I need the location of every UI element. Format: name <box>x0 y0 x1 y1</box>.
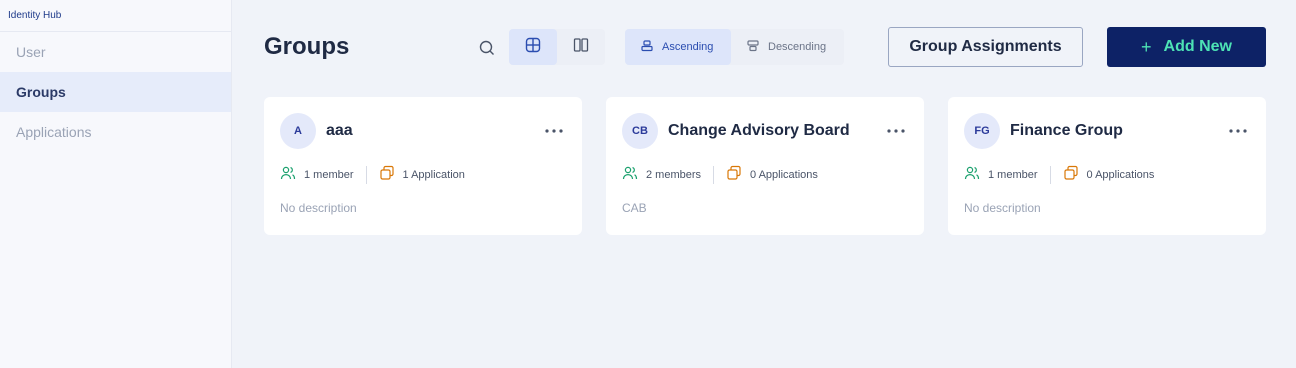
stats-divider <box>365 165 367 184</box>
group-description: CAB <box>622 201 647 215</box>
application-count: 1 Application <box>402 168 465 181</box>
users-icon <box>964 165 980 184</box>
page-title: Groups <box>264 33 350 60</box>
sort-descending-icon <box>747 39 759 55</box>
sort-ascending-label: Ascending <box>662 41 714 53</box>
group-avatar: A <box>280 113 316 149</box>
sidebar-item-groups[interactable]: Groups <box>0 72 231 112</box>
sort-toggle: Ascending Descending <box>625 29 844 65</box>
applications-icon <box>1063 165 1079 184</box>
member-count: 1 member <box>988 168 1038 181</box>
group-avatar: CB <box>622 113 658 149</box>
group-stats: 1 member 0 Applications <box>964 165 1154 184</box>
group-description: No description <box>964 201 1041 215</box>
sidebar-item-user[interactable]: User <box>0 32 231 72</box>
plus-icon: + <box>1141 37 1152 57</box>
sidebar: Identity Hub User Groups Applications <box>0 0 232 368</box>
sort-ascending-icon <box>641 39 653 55</box>
column-view-button[interactable] <box>557 29 605 65</box>
group-name[interactable]: aaa <box>326 122 542 140</box>
member-count: 1 member <box>304 168 354 181</box>
users-icon <box>622 165 638 184</box>
group-card[interactable]: CB Change Advisory Board 2 members 0 App… <box>606 97 924 235</box>
grid-view-button[interactable] <box>509 29 557 65</box>
app-title: Identity Hub <box>0 0 231 32</box>
sort-descending-button[interactable]: Descending <box>731 29 844 65</box>
main-content: Groups Ascending Descending Group Assign… <box>232 0 1296 368</box>
application-count: 0 Applications <box>1086 168 1155 181</box>
stats-divider <box>713 165 715 184</box>
users-icon <box>280 165 296 184</box>
applications-icon <box>379 165 395 184</box>
column-view-icon <box>573 37 589 58</box>
sort-descending-label: Descending <box>768 41 827 53</box>
application-count: 0 Applications <box>750 168 818 181</box>
more-horizontal-icon[interactable] <box>542 119 566 143</box>
member-count: 2 members <box>646 168 702 181</box>
applications-icon <box>726 165 742 184</box>
group-description: No description <box>280 201 357 215</box>
stats-divider <box>1049 165 1051 184</box>
more-horizontal-icon[interactable] <box>1226 119 1250 143</box>
group-stats: 2 members 0 Applications <box>622 165 818 184</box>
group-stats: 1 member 1 Application <box>280 165 465 184</box>
more-horizontal-icon[interactable] <box>884 119 908 143</box>
sort-ascending-button[interactable]: Ascending <box>625 29 731 65</box>
group-name[interactable]: Finance Group <box>1010 122 1226 140</box>
group-name[interactable]: Change Advisory Board <box>668 122 884 140</box>
sidebar-item-applications[interactable]: Applications <box>0 112 231 152</box>
group-card[interactable]: A aaa 1 member 1 Application No descript… <box>264 97 582 235</box>
add-new-button[interactable]: + Add New <box>1107 27 1266 67</box>
search-icon[interactable] <box>478 39 496 57</box>
view-toggle <box>509 29 605 65</box>
group-card[interactable]: FG Finance Group 1 member 0 Applications… <box>948 97 1266 235</box>
add-new-label: Add New <box>1163 38 1232 55</box>
group-avatar: FG <box>964 113 1000 149</box>
group-assignments-button[interactable]: Group Assignments <box>888 27 1083 67</box>
grid-view-icon <box>525 37 541 58</box>
